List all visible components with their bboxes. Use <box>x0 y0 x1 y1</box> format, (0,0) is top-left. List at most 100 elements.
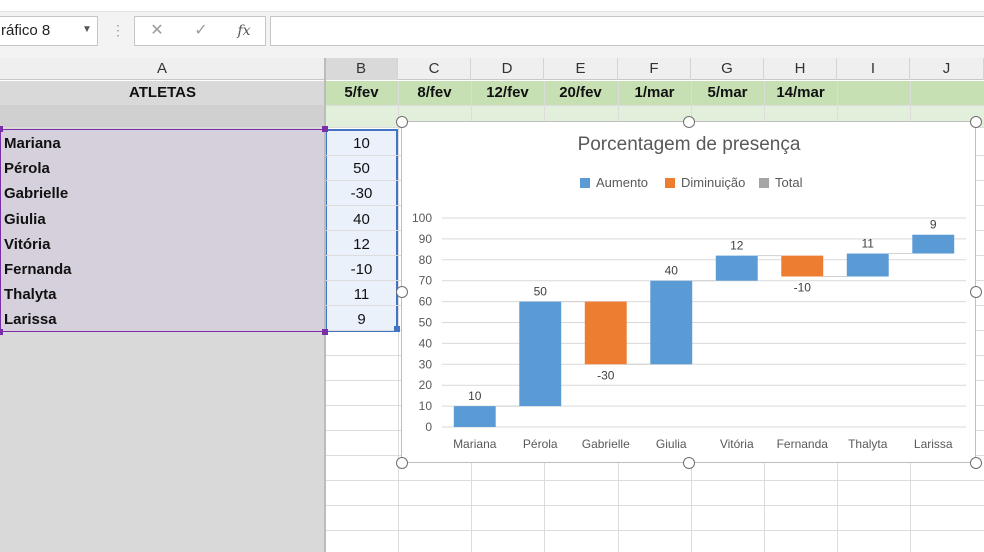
chart-canvas: Porcentagem de presença Aumento Diminuição… <box>412 134 966 451</box>
cell-a-blank[interactable] <box>0 105 325 127</box>
insert-function-icon[interactable]: fx <box>229 18 259 44</box>
y-tick-label: 90 <box>419 232 433 246</box>
x-tick-label: Gabrielle <box>582 437 630 451</box>
date-header-0[interactable]: 5/fev <box>325 81 398 105</box>
range-handle[interactable] <box>322 126 328 132</box>
waterfall-bar <box>781 255 824 277</box>
column-header-a[interactable]: A <box>0 58 325 80</box>
fill-handle[interactable] <box>394 326 400 332</box>
column-header-i[interactable]: I <box>837 58 910 80</box>
legend-swatch <box>580 178 590 188</box>
waterfall-chart[interactable]: Porcentagem de presença Aumento Diminuição… <box>401 121 976 463</box>
legend-label: Total <box>775 175 803 190</box>
athlete-name-cell[interactable]: Vitória <box>4 232 304 257</box>
column-header-g[interactable]: G <box>691 58 764 80</box>
column-header-f[interactable]: F <box>618 58 691 80</box>
waterfall-bar <box>584 301 627 365</box>
athlete-value-cell[interactable]: 11 <box>325 282 398 307</box>
data-label: -10 <box>794 281 812 295</box>
athlete-name-cell[interactable]: Thalyta <box>4 282 304 307</box>
ribbon-edge <box>0 0 984 12</box>
y-tick-label: 0 <box>425 420 432 434</box>
chart-resize-handle[interactable] <box>396 116 408 128</box>
data-label: 40 <box>665 264 679 278</box>
athlete-value-cell[interactable]: 12 <box>325 232 398 257</box>
chart-resize-handle[interactable] <box>683 116 695 128</box>
column-header-h[interactable]: H <box>764 58 837 80</box>
athlete-name-cell[interactable]: Fernanda <box>4 257 304 282</box>
chart-resize-handle[interactable] <box>970 286 982 298</box>
x-tick-label: Mariana <box>453 437 497 451</box>
data-label: -30 <box>597 368 615 382</box>
athlete-value-cell[interactable]: 9 <box>325 307 398 332</box>
date-header-2[interactable]: 12/fev <box>471 81 544 105</box>
athlete-name-cell[interactable]: Gabrielle <box>4 181 304 206</box>
more-options-icon[interactable]: ⋮ <box>111 22 125 39</box>
legend-label: Diminuição <box>681 175 745 190</box>
waterfall-bar <box>650 280 693 365</box>
y-tick-label: 40 <box>419 336 433 350</box>
athlete-name-cell[interactable]: Mariana <box>4 131 304 156</box>
data-label: 12 <box>730 239 744 253</box>
y-tick-label: 60 <box>419 295 433 309</box>
formula-input[interactable] <box>270 16 984 46</box>
y-tick-label: 100 <box>412 211 432 225</box>
x-tick-label: Fernanda <box>777 437 829 451</box>
range-handle[interactable] <box>322 329 328 335</box>
y-tick-label: 80 <box>419 253 433 267</box>
column-header-j[interactable]: J <box>910 58 984 80</box>
y-tick-label: 10 <box>419 399 433 413</box>
date-header-4[interactable]: 1/mar <box>618 81 691 105</box>
athlete-name-cell[interactable]: Larissa <box>4 307 304 332</box>
waterfall-bar <box>453 406 496 427</box>
y-tick-label: 30 <box>419 357 433 371</box>
athlete-value-cell[interactable]: -30 <box>325 181 398 206</box>
x-tick-label: Vitória <box>720 437 754 451</box>
athlete-value-cell[interactable]: 40 <box>325 207 398 232</box>
waterfall-bar <box>912 234 955 254</box>
athlete-name-cell[interactable]: Pérola <box>4 156 304 181</box>
column-header-b[interactable]: B <box>325 58 398 80</box>
legend-label: Aumento <box>596 175 648 190</box>
data-label: 9 <box>930 218 937 232</box>
date-header-3[interactable]: 20/fev <box>544 81 617 105</box>
enter-icon[interactable]: ✓ <box>186 18 216 44</box>
y-tick-label: 50 <box>419 316 433 330</box>
atletas-header[interactable]: ATLETAS <box>0 81 325 105</box>
column-header-e[interactable]: E <box>544 58 618 80</box>
grid-line <box>398 81 399 552</box>
chevron-down-icon[interactable]: ▼ <box>82 24 92 35</box>
chart-resize-handle[interactable] <box>396 286 408 298</box>
data-label: 10 <box>468 389 482 403</box>
cancel-icon[interactable]: ✕ <box>142 18 172 44</box>
date-header-5[interactable]: 5/mar <box>691 81 764 105</box>
legend-swatch <box>759 178 769 188</box>
legend-swatch <box>665 178 675 188</box>
athlete-name-cell[interactable]: Giulia <box>4 207 304 232</box>
y-tick-label: 20 <box>419 378 433 392</box>
x-tick-label: Giulia <box>656 437 687 451</box>
athlete-value-cell[interactable]: -10 <box>325 257 398 282</box>
chart-title: Porcentagem de presença <box>578 134 801 155</box>
date-header-6[interactable]: 14/mar <box>764 81 837 105</box>
data-label: 50 <box>534 285 548 299</box>
athlete-value-cell[interactable]: 50 <box>325 156 398 181</box>
chart-resize-handle[interactable] <box>396 457 408 469</box>
waterfall-bar <box>846 253 889 277</box>
chart-resize-handle[interactable] <box>970 457 982 469</box>
waterfall-bar <box>715 255 758 281</box>
column-header-d[interactable]: D <box>471 58 544 80</box>
range-handle[interactable] <box>0 126 3 132</box>
x-tick-label: Larissa <box>914 437 953 451</box>
range-handle[interactable] <box>0 329 3 335</box>
chart-resize-handle[interactable] <box>683 457 695 469</box>
grid-line <box>325 505 984 506</box>
grid-line <box>325 530 984 531</box>
data-label: 11 <box>862 237 875 251</box>
y-tick-label: 70 <box>419 274 433 288</box>
column-header-c[interactable]: C <box>398 58 471 80</box>
grid-line <box>325 105 984 106</box>
chart-resize-handle[interactable] <box>970 116 982 128</box>
athlete-value-cell[interactable]: 10 <box>325 131 398 156</box>
date-header-1[interactable]: 8/fev <box>398 81 471 105</box>
